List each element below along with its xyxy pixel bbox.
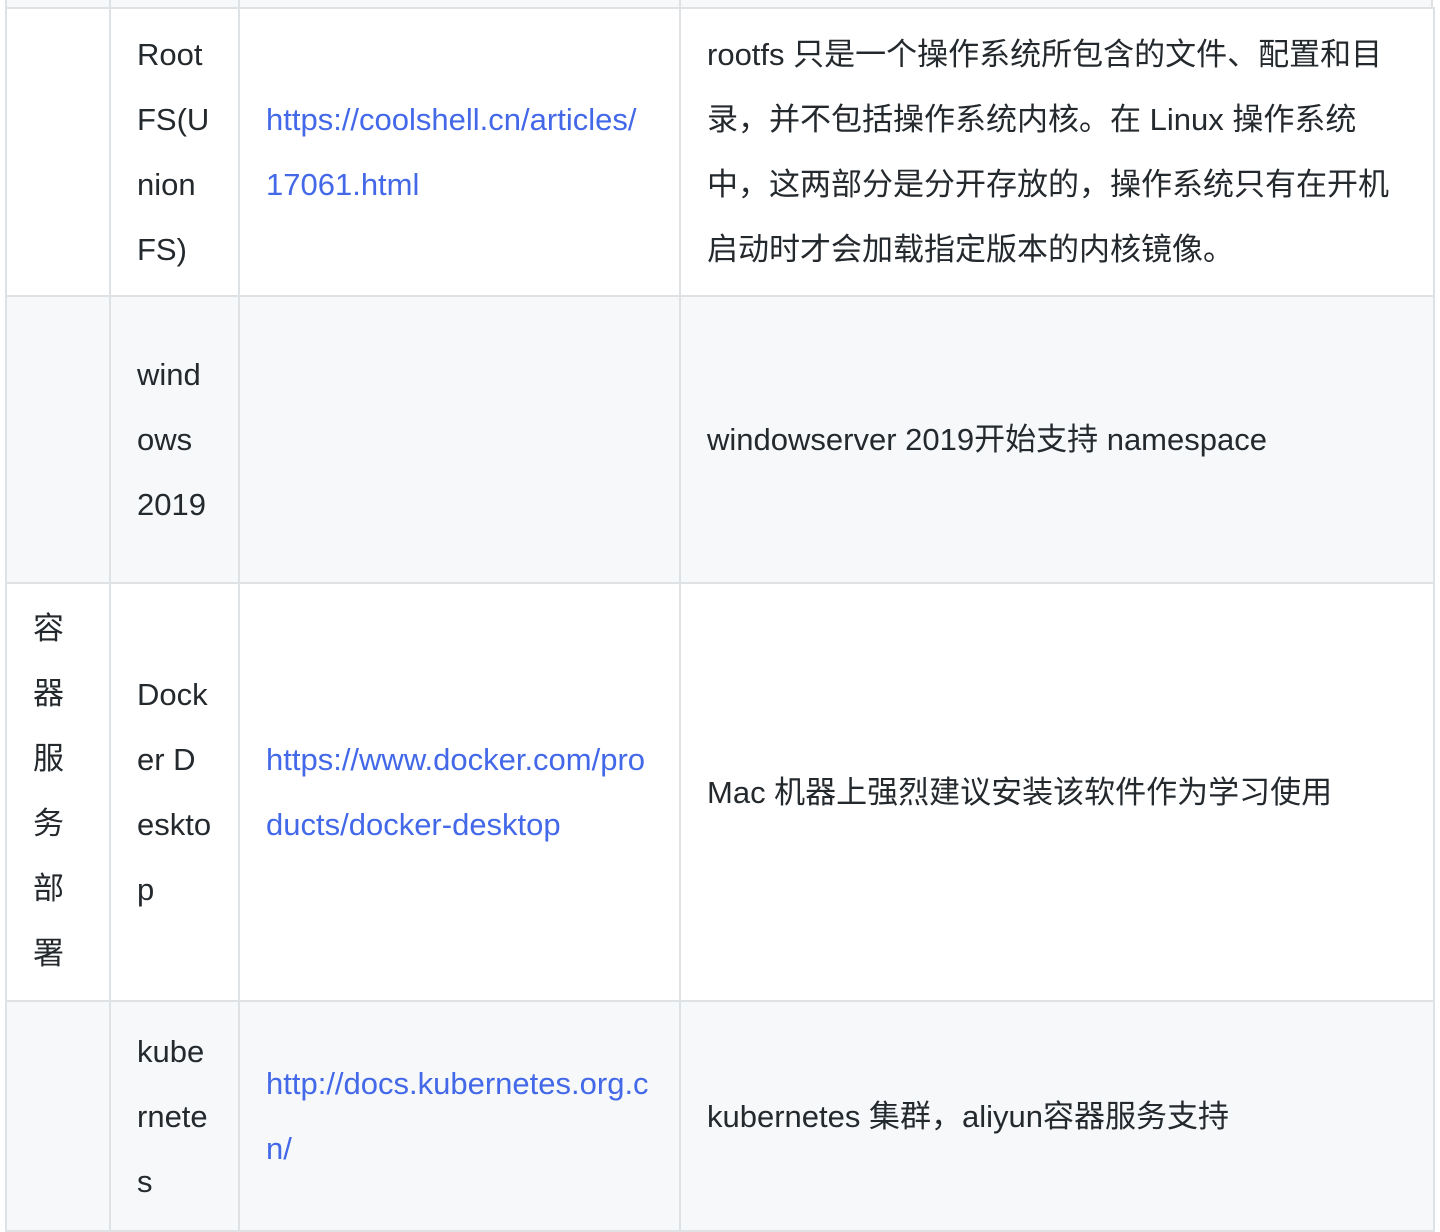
tool-link[interactable]: http://docs.kubernetes.org.cn/ <box>266 1066 649 1166</box>
link-cell: https://www.docker.com/products/docker-d… <box>238 582 681 1002</box>
description-cell: Mac 机器上强烈建议安装该软件作为学习使用 <box>679 582 1435 1002</box>
link-cell: https://coolshell.cn/articles/17061.html <box>238 7 681 297</box>
tool-name-cell: kubernetes <box>109 1000 240 1232</box>
tool-name-cell: windows 2019 <box>109 295 240 584</box>
category-cell <box>5 1000 111 1232</box>
tools-table-container: RootFS(UnionFS) https://coolshell.cn/art… <box>5 7 1435 1232</box>
category-cell: 容器服务部署 <box>5 582 111 1002</box>
description-cell: kubernetes 集群，aliyun容器服务支持 <box>679 1000 1435 1232</box>
link-cell: http://docs.kubernetes.org.cn/ <box>238 1000 681 1232</box>
category-cell <box>5 7 111 297</box>
tool-link[interactable]: https://www.docker.com/products/docker-d… <box>266 742 645 842</box>
link-cell <box>238 295 681 584</box>
tool-name-cell: Docker Desktop <box>109 582 240 1002</box>
table-row: windows 2019 windowserver 2019开始支持 names… <box>5 295 1435 584</box>
tool-link[interactable]: https://coolshell.cn/articles/17061.html <box>266 102 636 202</box>
tool-name-cell: RootFS(UnionFS) <box>109 7 240 297</box>
tools-table: RootFS(UnionFS) https://coolshell.cn/art… <box>5 7 1435 1232</box>
table-row: kubernetes http://docs.kubernetes.org.cn… <box>5 1000 1435 1232</box>
category-cell <box>5 295 111 584</box>
description-cell: rootfs 只是一个操作系统所包含的文件、配置和目录，并不包括操作系统内核。在… <box>679 7 1435 297</box>
previous-row-edge <box>5 0 1433 7</box>
table-row: 容器服务部署 Docker Desktop https://www.docker… <box>5 582 1435 1002</box>
description-cell: windowserver 2019开始支持 namespace <box>679 295 1435 584</box>
table-row: RootFS(UnionFS) https://coolshell.cn/art… <box>5 7 1435 297</box>
